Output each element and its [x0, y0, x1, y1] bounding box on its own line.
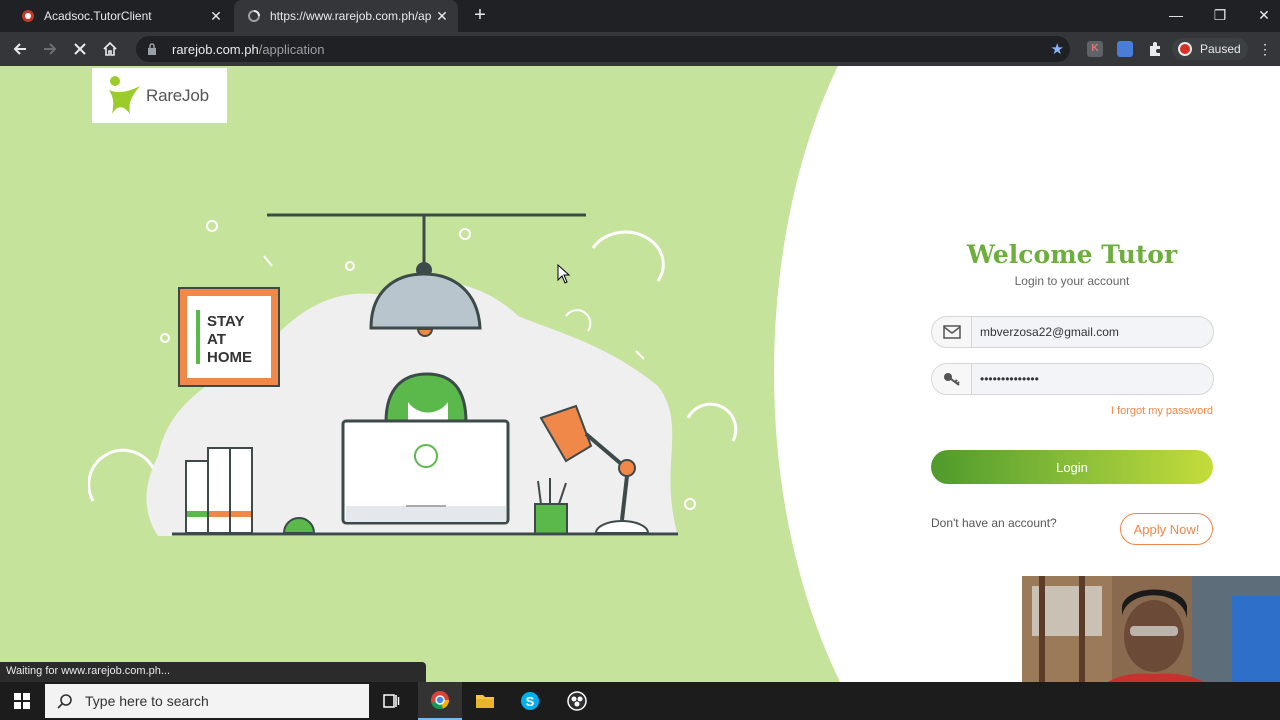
obs-icon[interactable]	[555, 682, 599, 720]
back-icon[interactable]	[8, 37, 32, 61]
profile-status: Paused	[1200, 42, 1241, 56]
webcam-overlay	[1022, 576, 1280, 682]
chrome-icon[interactable]	[418, 682, 462, 720]
search-placeholder: Type here to search	[85, 693, 209, 709]
new-tab-button[interactable]: +	[468, 4, 492, 28]
key-icon	[932, 364, 972, 394]
tab-strip: Acadsoc.TutorClient ✕ https://www.rarejo…	[0, 0, 1280, 32]
address-bar[interactable]: rarejob.com.ph/application ★	[136, 36, 1070, 62]
svg-text:S: S	[526, 694, 535, 709]
no-account-text: Don't have an account?	[931, 516, 1057, 530]
file-explorer-icon[interactable]	[463, 682, 507, 720]
profile-avatar-icon	[1178, 42, 1192, 56]
browser-toolbar: rarejob.com.ph/application ★ K Paused ⋮	[0, 32, 1280, 66]
taskbar: Type here to search S	[0, 682, 1280, 720]
translate-icon[interactable]	[1117, 41, 1133, 57]
poster-line: AT	[207, 331, 226, 348]
close-tab-icon[interactable]: ✕	[432, 8, 452, 25]
tab-acadsoc[interactable]: Acadsoc.TutorClient ✕	[8, 0, 232, 32]
mouse-cursor-icon	[557, 264, 571, 284]
extension-k-icon[interactable]: K	[1087, 41, 1103, 57]
stay-at-home-illustration: STAY AT HOME	[88, 213, 738, 536]
loading-icon	[246, 8, 262, 24]
poster-line: STAY	[207, 313, 245, 330]
forward-icon[interactable]	[38, 37, 62, 61]
welcome-subtitle: Login to your account	[1014, 274, 1130, 288]
poster-line: HOME	[207, 349, 252, 366]
url-text: rarejob.com.ph/application	[172, 41, 325, 57]
close-tab-icon[interactable]: ✕	[206, 8, 226, 25]
envelope-icon	[932, 317, 972, 347]
forgot-password-link[interactable]: I forgot my password	[1040, 405, 1213, 417]
windows-start-icon[interactable]	[0, 682, 44, 720]
search-icon	[57, 694, 72, 709]
bookmark-star-icon[interactable]: ★	[1051, 40, 1064, 58]
email-field-wrapper	[931, 316, 1214, 348]
tab-title: https://www.rarejob.com.ph/app	[270, 9, 432, 23]
restore-icon[interactable]: ❐	[1198, 0, 1242, 32]
rarejob-logo-mark	[109, 75, 140, 114]
taskbar-search-box[interactable]: Type here to search	[45, 684, 369, 718]
skype-icon[interactable]: S	[508, 682, 552, 720]
task-view-icon[interactable]	[369, 682, 413, 720]
acadsoc-icon	[20, 8, 36, 24]
home-icon[interactable]	[98, 37, 122, 61]
logo-text: RareJob	[146, 85, 209, 105]
email-field[interactable]	[980, 323, 1200, 341]
page-content: RareJob STAY AT HOME Welcome Tutor Login…	[0, 66, 1280, 682]
tab-rarejob[interactable]: https://www.rarejob.com.ph/app ✕	[234, 0, 458, 32]
close-window-icon[interactable]: ✕	[1242, 0, 1280, 32]
lock-icon[interactable]	[144, 43, 160, 55]
tab-title: Acadsoc.TutorClient	[44, 9, 152, 23]
extensions-puzzle-icon[interactable]	[1147, 41, 1163, 57]
welcome-title: Welcome Tutor	[966, 240, 1178, 269]
password-field-wrapper	[931, 363, 1214, 395]
status-bar: Waiting for www.rarejob.com.ph...	[0, 662, 426, 682]
minimize-icon[interactable]: —	[1154, 0, 1198, 32]
password-field[interactable]	[980, 370, 1200, 388]
login-button[interactable]: Login	[931, 450, 1213, 484]
browser-menu-icon[interactable]: ⋮	[1258, 41, 1272, 58]
profile-button[interactable]: Paused	[1172, 38, 1248, 60]
rarejob-logo[interactable]: RareJob	[92, 68, 227, 123]
apply-now-button[interactable]: Apply Now!	[1120, 513, 1213, 545]
stop-icon[interactable]	[68, 37, 92, 61]
